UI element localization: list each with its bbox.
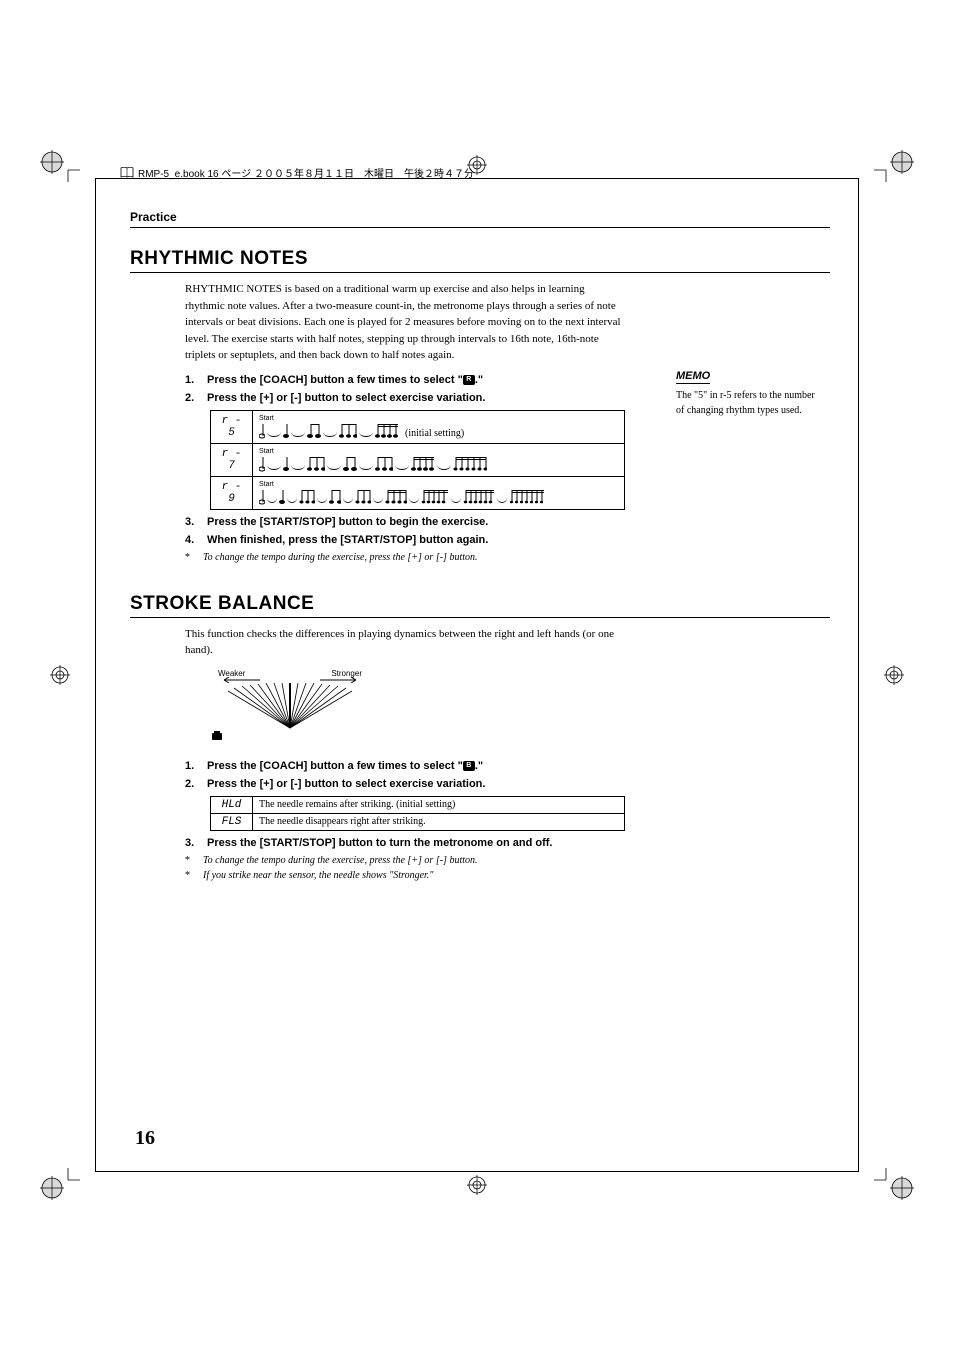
variation-desc: The needle disappears right after striki… [253,813,625,830]
variation-desc: The needle remains after striking. (init… [253,796,625,813]
registration-mark-right [884,665,904,685]
step-number: 2. [185,392,199,404]
variation-code: FLS [211,813,253,830]
step-number: 1. [185,760,199,772]
step-2: 2. Press the [+] or [-] button to select… [185,392,625,404]
table-row: HLd The needle remains after striking. (… [211,796,625,813]
gauge-diagram: Weaker Stronger [210,669,830,748]
step-1: 1. Press the [COACH] button a few times … [185,760,625,772]
step-text: Press the [COACH] button a few times to … [207,374,625,386]
step-number: 3. [185,516,199,528]
variation-notes: Start 3 3 3 [253,443,625,476]
rhythmic-notes-body: RHYTHMIC NOTES is based on a traditional… [185,281,625,364]
step-number: 1. [185,374,199,386]
stroke-balance-title: STROKE BALANCE [130,593,830,618]
memo-label: MEMO [676,370,710,384]
step-number: 2. [185,778,199,790]
stroke-variation-table: HLd The needle remains after striking. (… [210,796,625,831]
step-3: 3. Press the [START/STOP] button to turn… [185,837,625,849]
step-text: Press the [+] or [-] button to select ex… [207,778,625,790]
footnote: *If you strike near the sensor, the need… [185,870,625,881]
variation-notes: Start 3 (initial setting) [253,410,625,443]
table-row: FLS The needle disappears right after st… [211,813,625,830]
registration-mark-left [50,665,70,685]
variation-code: r - 7 [211,443,253,476]
step-text: When finished, press the [START/STOP] bu… [207,534,625,546]
memo-block: MEMO The "5" in r-5 refers to the number… [676,366,821,418]
note-sequence-icon: 3 (initial setting) [259,423,618,439]
svg-text:3: 3 [383,456,386,457]
book-icon [120,167,134,179]
variation-notes: Start [253,476,625,509]
stroke-balance-body: This function checks the differences in … [185,626,625,659]
rhythmic-notes-section: RHYTHMIC NOTES RHYTHMIC NOTES is based o… [130,248,830,563]
footnote: *To change the tempo during the exercise… [185,855,625,866]
stroke-balance-icon: B [463,761,475,771]
stroke-balance-section: STROKE BALANCE This function checks the … [130,593,830,881]
crop-mark-bottom-right [874,1160,914,1200]
rhythmic-variation-table: r - 5 Start 3 (initial setting) [210,410,625,510]
svg-text:3: 3 [315,456,318,457]
rhythmic-notes-title: RHYTHMIC NOTES [130,248,830,273]
memo-text: The "5" in r-5 refers to the number of c… [676,388,821,418]
section-header: Practice [130,210,830,228]
rhythmic-icon: R [463,375,475,385]
svg-text:3: 3 [469,456,472,457]
step-2: 2. Press the [+] or [-] button to select… [185,778,625,790]
table-row: r - 7 Start 3 3 [211,443,625,476]
step-text: Press the [START/STOP] button to begin t… [207,516,625,528]
page-number: 16 [135,1127,155,1150]
variation-code: r - 5 [211,410,253,443]
step-number: 4. [185,534,199,546]
variation-code: HLd [211,796,253,813]
step-number: 3. [185,837,199,849]
footnote: *To change the tempo during the exercise… [185,552,625,563]
table-row: r - 5 Start 3 (initial setting) [211,410,625,443]
crop-mark-top-left [40,150,80,190]
svg-text:3: 3 [347,423,350,424]
step-3: 3. Press the [START/STOP] button to begi… [185,516,625,528]
table-row: r - 9 Start [211,476,625,509]
step-text: Press the [COACH] button a few times to … [207,760,625,772]
step-text: Press the [+] or [-] button to select ex… [207,392,625,404]
step-4: 4. When finished, press the [START/STOP]… [185,534,625,546]
gauge-meter-icon [210,683,370,743]
note-sequence-icon [259,489,618,505]
registration-mark-bottom [467,1175,487,1195]
crop-mark-top-right [874,150,914,190]
variation-code: r - 9 [211,476,253,509]
step-1: 1. Press the [COACH] button a few times … [185,374,625,386]
note-sequence-icon: 3 3 3 [259,456,618,472]
step-text: Press the [START/STOP] button to turn th… [207,837,625,849]
crop-mark-bottom-left [40,1160,80,1200]
